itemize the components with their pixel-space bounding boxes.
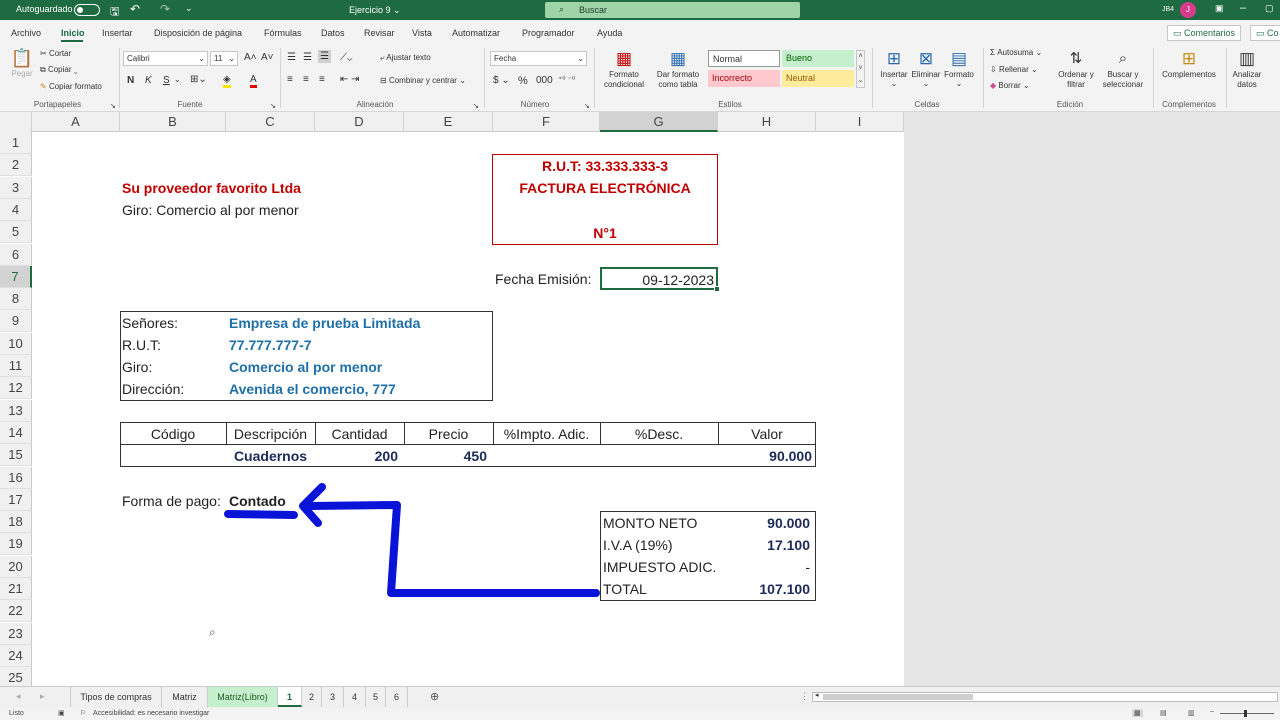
- accessibility-icon[interactable]: ⚐: [80, 709, 86, 717]
- page-break-icon[interactable]: ▥: [1188, 709, 1195, 717]
- scroll-thumb[interactable]: [823, 694, 973, 700]
- tab-split-handle[interactable]: ⋮: [800, 691, 809, 702]
- add-sheet-icon[interactable]: ⊕: [430, 690, 439, 703]
- annotation-arrow: [224, 483, 600, 597]
- zoom-slider[interactable]: [1220, 710, 1274, 717]
- horizontal-scrollbar[interactable]: ◂: [812, 692, 1278, 702]
- macro-icon[interactable]: ▣: [58, 709, 65, 717]
- sheet-tab-5[interactable]: 5: [366, 687, 386, 707]
- prev-sheet-icon[interactable]: ◂: [16, 691, 21, 702]
- sheet-tab-matriz-libro[interactable]: Matriz(Libro): [208, 687, 278, 707]
- next-sheet-icon[interactable]: ▸: [40, 691, 45, 702]
- accessibility-status[interactable]: Accesibilidad: es necesario investigar: [93, 710, 209, 717]
- zoom-out-icon[interactable]: –: [1210, 708, 1214, 715]
- status-bar: Listo ▣ ⚐ Accesibilidad: es necesario in…: [0, 708, 1280, 720]
- status-ready: Listo: [9, 710, 24, 717]
- zoom-slider-thumb[interactable]: [1244, 710, 1247, 717]
- sheet-tabs-bar: ◂ ▸ Tipos de compras Matriz Matriz(Libro…: [0, 686, 1280, 708]
- sheet-tab-2[interactable]: 2: [302, 687, 322, 707]
- sheet-tab-tipos-compras[interactable]: Tipos de compras: [70, 687, 162, 707]
- scroll-left-icon[interactable]: ◂: [815, 691, 819, 699]
- arrow-line: [306, 501, 600, 597]
- sheet-tab-3[interactable]: 3: [322, 687, 344, 707]
- sheet-tab-matriz[interactable]: Matriz: [162, 687, 208, 707]
- sheet-tab-6[interactable]: 6: [386, 687, 408, 707]
- underline-stroke: [224, 510, 298, 519]
- sheet-tab-1[interactable]: 1: [278, 687, 302, 707]
- cursor-icon: ⌕: [209, 625, 216, 639]
- normal-view-icon[interactable]: ▦: [1132, 709, 1143, 717]
- page-layout-icon[interactable]: ▤: [1160, 709, 1167, 717]
- sheet-tab-4[interactable]: 4: [344, 687, 366, 707]
